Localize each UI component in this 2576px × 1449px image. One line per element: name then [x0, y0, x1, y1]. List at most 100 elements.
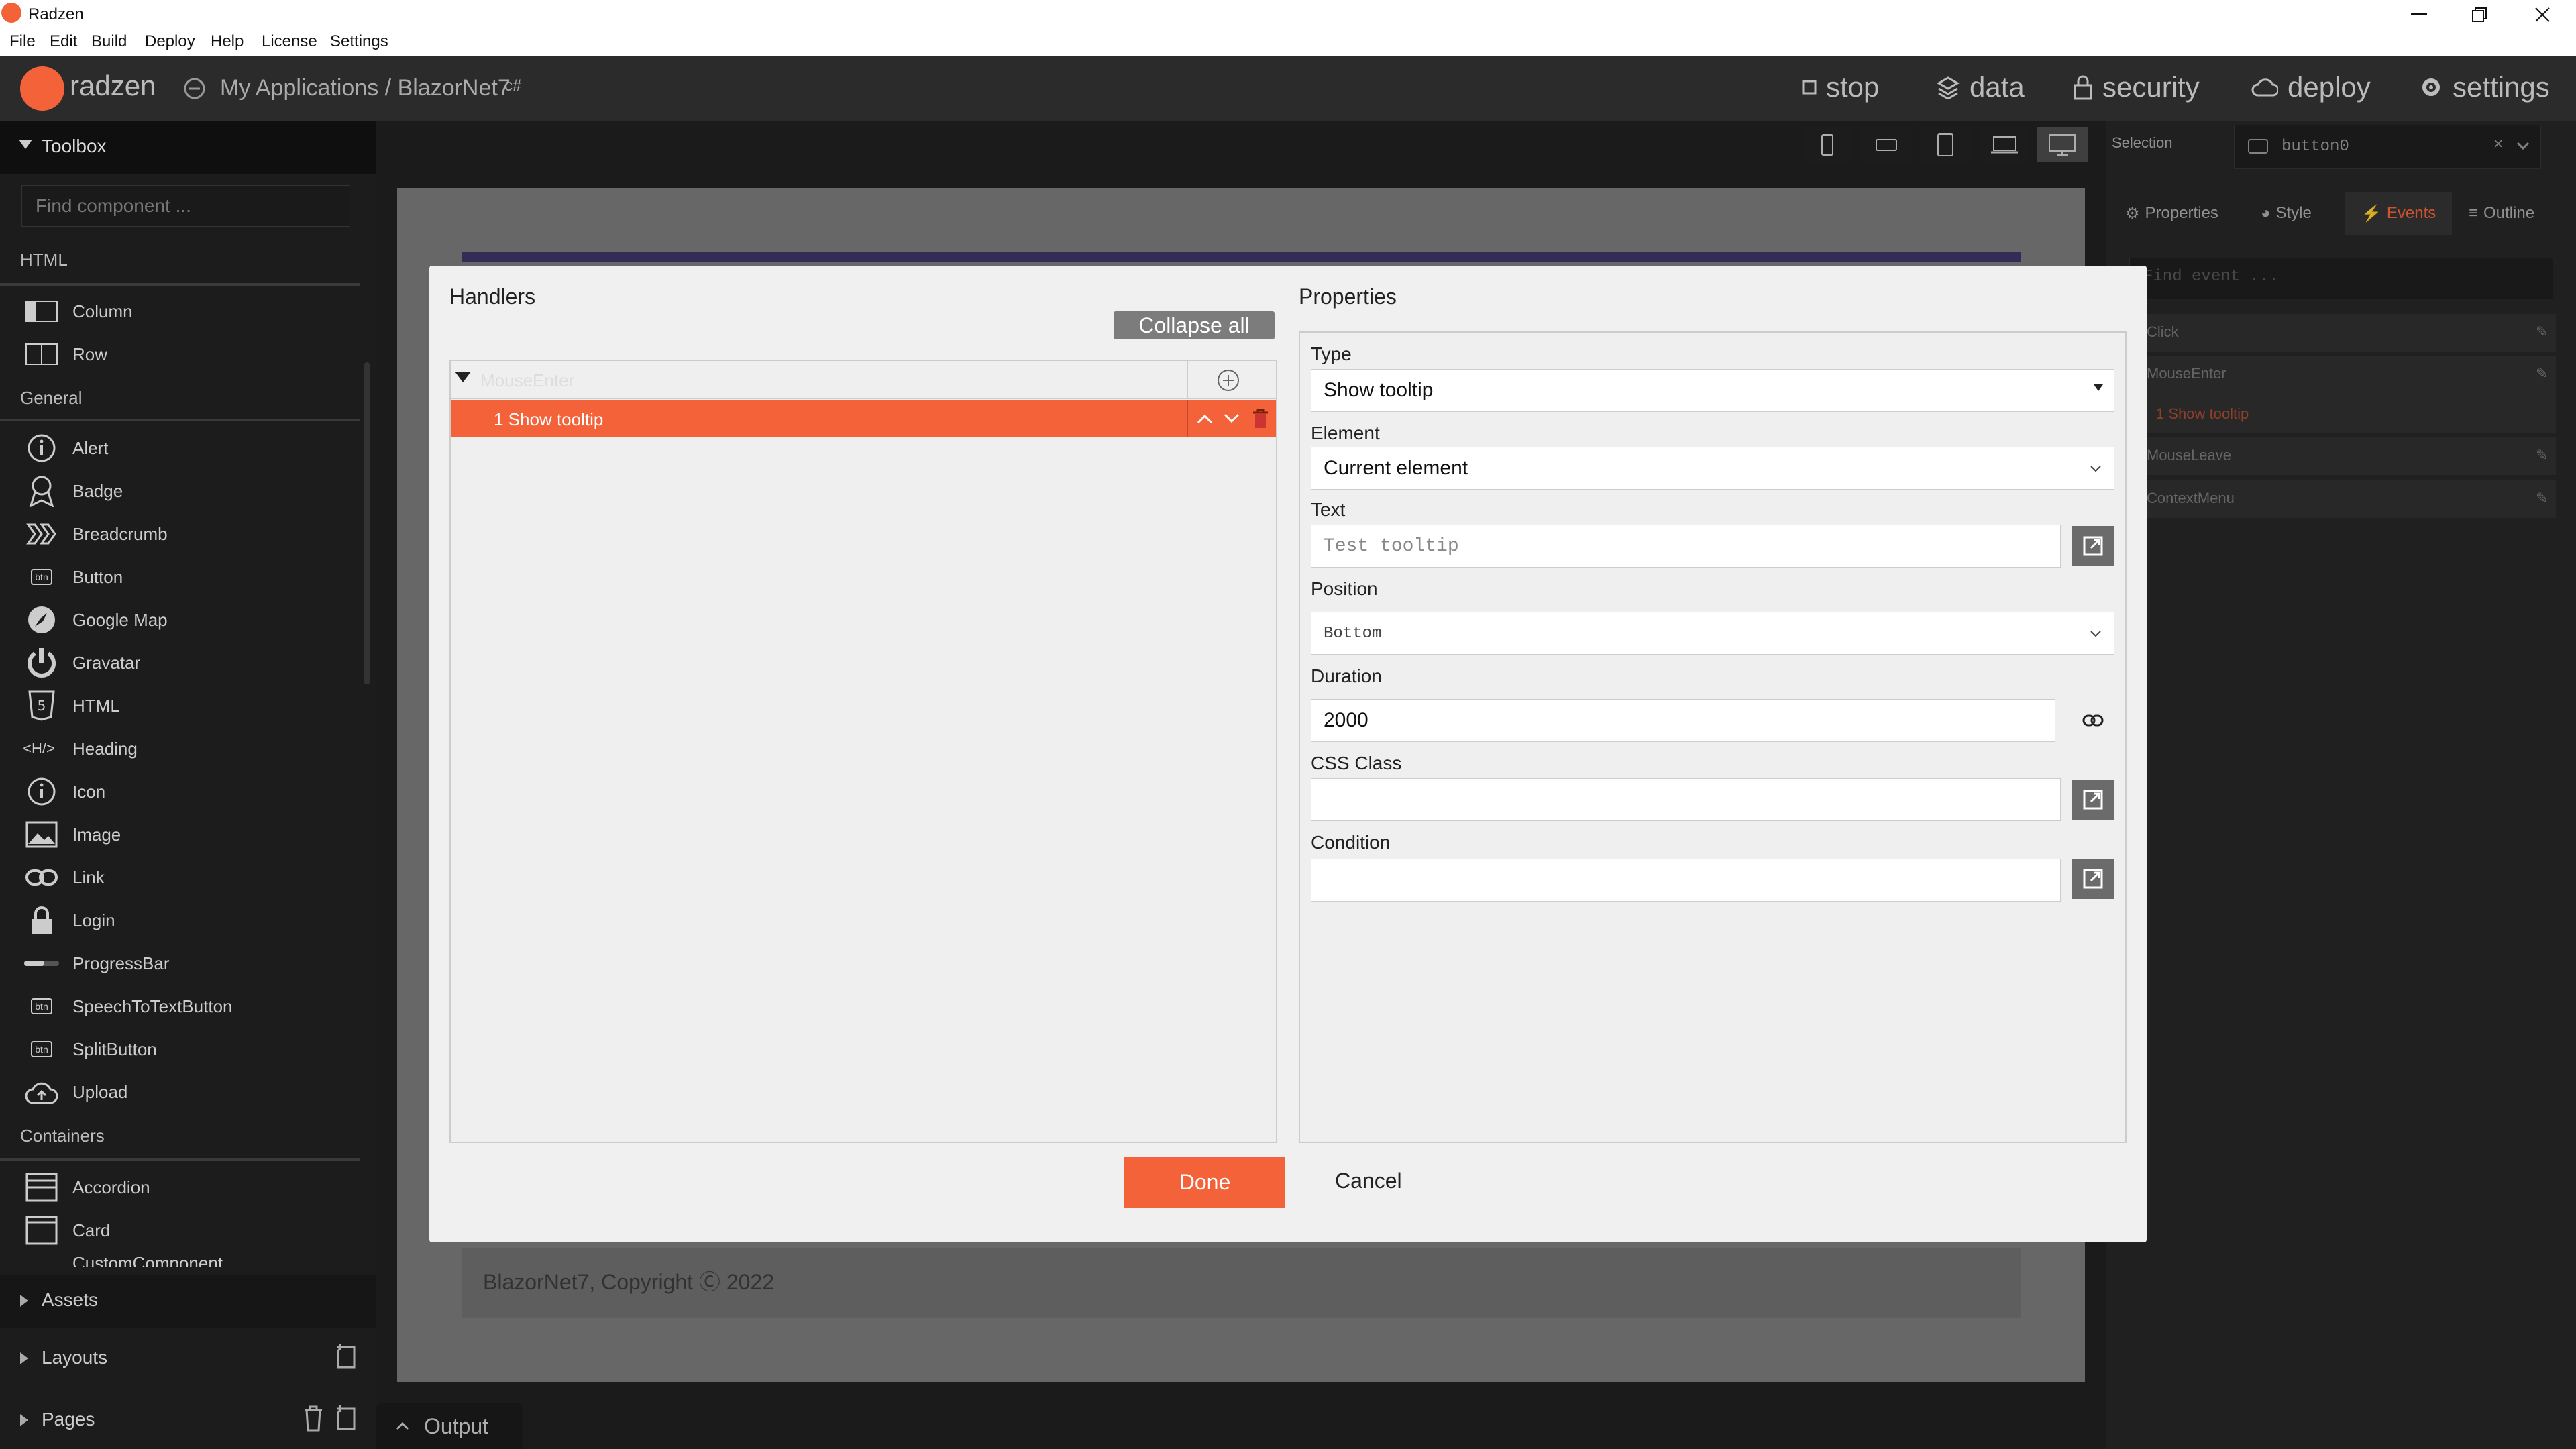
move-up-icon[interactable] — [1197, 413, 1213, 424]
component-customcomponent-clipped[interactable]: CustomComponent — [0, 1257, 362, 1267]
category-html: HTML — [20, 250, 68, 270]
cancel-button[interactable]: Cancel — [1335, 1169, 1402, 1193]
restore-icon[interactable] — [2459, 3, 2500, 27]
layouts-section[interactable]: Layouts — [0, 1332, 376, 1386]
component-splitbutton[interactable]: btn SplitButton — [24, 1032, 157, 1067]
deploy-button[interactable]: deploy — [2251, 71, 2371, 103]
event-group-mouseenter[interactable]: MouseEnter — [451, 361, 1276, 399]
assets-section[interactable]: Assets — [0, 1275, 376, 1328]
link-icon[interactable] — [2082, 714, 2104, 727]
done-button[interactable]: Done — [1124, 1157, 1285, 1208]
component-label: SplitButton — [72, 1038, 157, 1059]
category-divider — [0, 419, 360, 421]
data-button[interactable]: data — [1936, 71, 2025, 103]
position-dropdown[interactable]: Bottom — [1311, 612, 2114, 655]
menu-settings[interactable]: Settings — [330, 32, 388, 51]
handler-row-selected[interactable]: 1 Show tooltip — [451, 400, 1276, 437]
component-button[interactable]: btn Button — [24, 559, 123, 594]
component-accordion[interactable]: Accordion — [24, 1170, 150, 1205]
move-down-icon[interactable] — [1224, 413, 1240, 424]
condition-expression-button[interactable] — [2072, 859, 2114, 899]
find-component-placeholder: Find component ... — [36, 195, 191, 216]
chevron-down-icon — [2090, 630, 2102, 638]
menu-file[interactable]: File — [9, 32, 36, 51]
caret-down-icon — [2094, 384, 2103, 391]
new-layout-icon[interactable] — [335, 1343, 360, 1370]
new-page-icon[interactable] — [335, 1405, 360, 1432]
handlers-tree — [449, 360, 1277, 1143]
html5-icon: 5 — [24, 688, 59, 723]
menu-edit[interactable]: Edit — [50, 32, 77, 51]
position-value: Bottom — [1324, 624, 1382, 643]
trash-icon[interactable] — [303, 1405, 323, 1432]
type-label: Type — [1311, 343, 1352, 364]
component-gravatar[interactable]: Gravatar — [24, 645, 140, 680]
image-icon — [24, 817, 59, 852]
menu-deploy[interactable]: Deploy — [145, 32, 195, 51]
duration-label: Duration — [1311, 665, 1382, 686]
handlers-title: Handlers — [449, 284, 536, 309]
apps-icon[interactable] — [182, 76, 207, 101]
caret-right-icon — [20, 1352, 28, 1364]
close-icon[interactable] — [2522, 3, 2563, 27]
category-general: General — [20, 388, 83, 408]
duration-input[interactable]: 2000 — [1311, 699, 2055, 742]
component-icon[interactable]: Icon — [24, 774, 105, 809]
menu-help[interactable]: Help — [211, 32, 244, 51]
minimize-icon[interactable] — [2399, 3, 2439, 27]
find-component-input[interactable]: Find component ... — [21, 185, 350, 227]
handler-label: 1 Show tooltip — [494, 409, 604, 429]
toolbox-scrollbar[interactable] — [364, 362, 370, 684]
element-dropdown[interactable]: Current element — [1311, 447, 2114, 490]
component-breadcrumb[interactable]: Breadcrumb — [24, 517, 168, 551]
type-select[interactable]: Show tooltip — [1311, 369, 2114, 412]
component-label: Login — [72, 910, 115, 930]
radzen-logo-icon — [20, 66, 64, 111]
text-expression-button[interactable] — [2072, 526, 2114, 566]
component-label: Alert — [72, 437, 109, 458]
component-card[interactable]: Card — [24, 1213, 110, 1248]
menu-build[interactable]: Build — [91, 32, 127, 51]
css-class-input[interactable] — [1311, 778, 2061, 821]
component-row[interactable]: Row — [24, 337, 107, 372]
app-header: radzen My Applications / BlazorNet7 c# s… — [0, 56, 2576, 121]
badge-icon — [24, 474, 59, 508]
component-google-map[interactable]: Google Map — [24, 602, 168, 637]
toolbox-header[interactable]: Toolbox — [0, 121, 376, 174]
caret-right-icon — [20, 1295, 28, 1307]
collapse-all-button[interactable]: Collapse all — [1114, 311, 1275, 339]
security-button[interactable]: security — [2073, 71, 2200, 103]
layouts-label: Layouts — [42, 1347, 108, 1368]
component-html[interactable]: 5 HTML — [24, 688, 120, 723]
type-value: Show tooltip — [1324, 379, 1434, 401]
logo-text: radzen — [70, 70, 156, 101]
component-column[interactable]: Column — [24, 294, 133, 329]
stop-button[interactable]: stop — [1802, 71, 1879, 103]
category-divider — [0, 283, 360, 286]
position-label: Position — [1311, 578, 1378, 599]
text-input[interactable]: Test tooltip — [1311, 525, 2061, 568]
lock-icon — [2074, 75, 2092, 100]
delete-icon[interactable] — [1252, 408, 1269, 429]
component-heading[interactable]: <H/> Heading — [23, 731, 138, 766]
menu-license[interactable]: License — [262, 32, 317, 51]
component-link[interactable]: Link — [24, 860, 105, 895]
component-badge[interactable]: Badge — [24, 474, 123, 508]
component-speechtotextbutton[interactable]: btn SpeechToTextButton — [24, 989, 233, 1024]
component-alert[interactable]: Alert — [24, 431, 108, 466]
component-upload[interactable]: Upload — [24, 1075, 127, 1110]
component-progressbar[interactable]: ProgressBar — [24, 946, 170, 981]
component-image[interactable]: Image — [24, 817, 121, 852]
pages-section[interactable]: Pages — [0, 1394, 376, 1448]
condition-input[interactable] — [1311, 859, 2061, 902]
stop-icon — [1802, 80, 1817, 95]
component-label: Gravatar — [72, 652, 141, 673]
component-login[interactable]: Login — [24, 903, 115, 938]
settings-button[interactable]: settings — [2419, 71, 2550, 103]
breadcrumb[interactable]: My Applications / BlazorNet7 — [220, 75, 511, 101]
add-handler-icon[interactable] — [1217, 369, 1240, 392]
assets-label: Assets — [42, 1289, 99, 1310]
data-icon — [1936, 76, 1960, 99]
css-class-expression-button[interactable] — [2072, 780, 2114, 820]
event-name: MouseEnter — [480, 370, 575, 390]
